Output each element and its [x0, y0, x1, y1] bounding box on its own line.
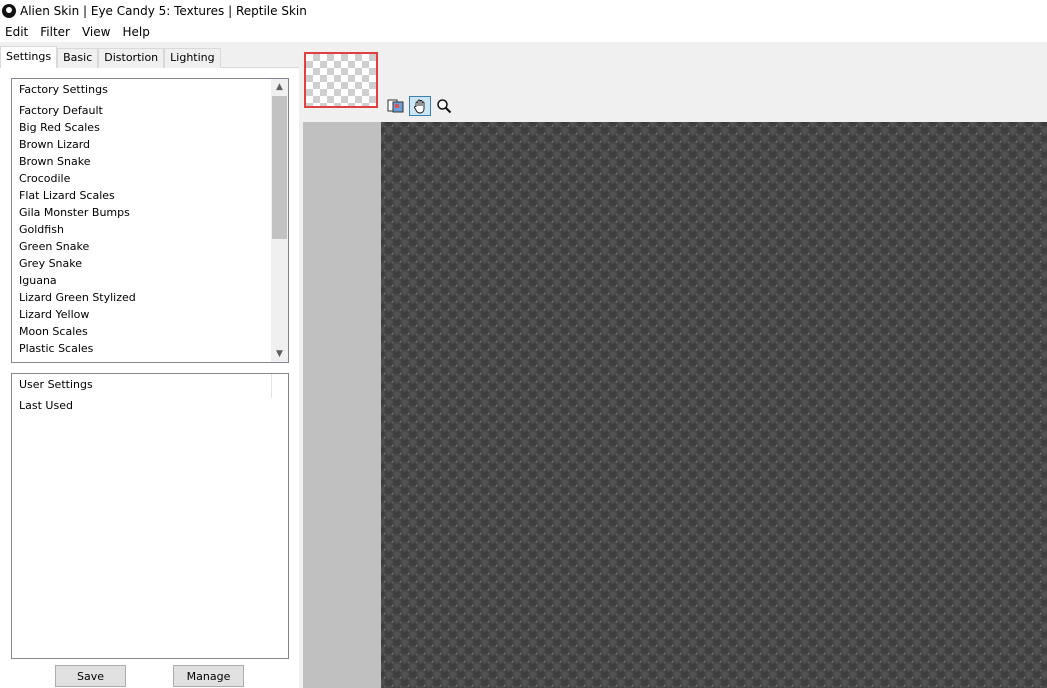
list-item[interactable]: Gila Monster Bumps [19, 206, 136, 223]
list-item[interactable]: Plastic Scales [19, 342, 136, 359]
menu-edit[interactable]: Edit [0, 25, 35, 39]
tab-distortion[interactable]: Distortion [98, 48, 165, 68]
canvas-margin [303, 122, 381, 688]
scroll-down-arrow-icon[interactable]: ▼ [271, 346, 288, 362]
list-item[interactable]: Crocodile [19, 172, 136, 189]
user-settings-list[interactable]: User Settings Last Used [11, 373, 289, 659]
user-settings-header: User Settings [19, 378, 93, 391]
list-item[interactable]: Brown Snake [19, 155, 136, 172]
menu-help[interactable]: Help [117, 25, 156, 39]
menu-bar: Edit Filter View Help [0, 22, 1047, 42]
factory-settings-list[interactable]: Factory Settings Factory Default Big Red… [11, 78, 289, 363]
reptile-skin-preview-canvas[interactable] [381, 122, 1047, 688]
save-button[interactable]: Save [55, 665, 126, 687]
tab-settings[interactable]: Settings [0, 46, 58, 68]
scroll-thumb[interactable] [272, 96, 287, 239]
list-item[interactable]: Grey Snake [19, 257, 136, 274]
menu-filter[interactable]: Filter [35, 25, 77, 39]
menu-view[interactable]: View [77, 25, 117, 39]
tab-bar: Settings Basic Distortion Lighting [0, 46, 221, 68]
list-item[interactable]: Big Red Scales [19, 121, 136, 138]
list-item[interactable]: Last Used [19, 399, 73, 416]
window-title: Alien Skin | Eye Candy 5: Textures | Rep… [20, 4, 307, 18]
preview-toggle-icon[interactable] [385, 96, 407, 116]
column-divider [271, 374, 272, 398]
alien-skin-logo-icon [2, 4, 16, 18]
list-item[interactable]: Goldfish [19, 223, 136, 240]
navigator-thumbnail[interactable] [304, 52, 378, 108]
list-item[interactable]: Moon Scales [19, 325, 136, 342]
list-item[interactable]: Lizard Yellow [19, 308, 136, 325]
list-item[interactable]: Factory Default [19, 104, 136, 121]
tab-basic[interactable]: Basic [57, 48, 99, 68]
zoom-icon[interactable] [433, 96, 455, 116]
list-item[interactable]: Flat Lizard Scales [19, 189, 136, 206]
hand-icon[interactable] [409, 96, 431, 116]
app-window: Alien Skin | Eye Candy 5: Textures | Rep… [0, 0, 1047, 688]
manage-button[interactable]: Manage [173, 665, 244, 687]
scroll-up-arrow-icon[interactable]: ▲ [271, 79, 288, 95]
title-bar: Alien Skin | Eye Candy 5: Textures | Rep… [0, 0, 1047, 22]
list-item[interactable]: Brown Lizard [19, 138, 136, 155]
factory-list-scrollbar[interactable]: ▲ ▼ [271, 79, 288, 362]
factory-settings-header: Factory Settings [19, 83, 108, 96]
tab-lighting[interactable]: Lighting [164, 48, 221, 68]
list-item[interactable]: Lizard Green Stylized [19, 291, 136, 308]
list-item[interactable]: Iguana [19, 274, 136, 291]
list-item[interactable]: Green Snake [19, 240, 136, 257]
preview-toolbar [385, 96, 455, 116]
